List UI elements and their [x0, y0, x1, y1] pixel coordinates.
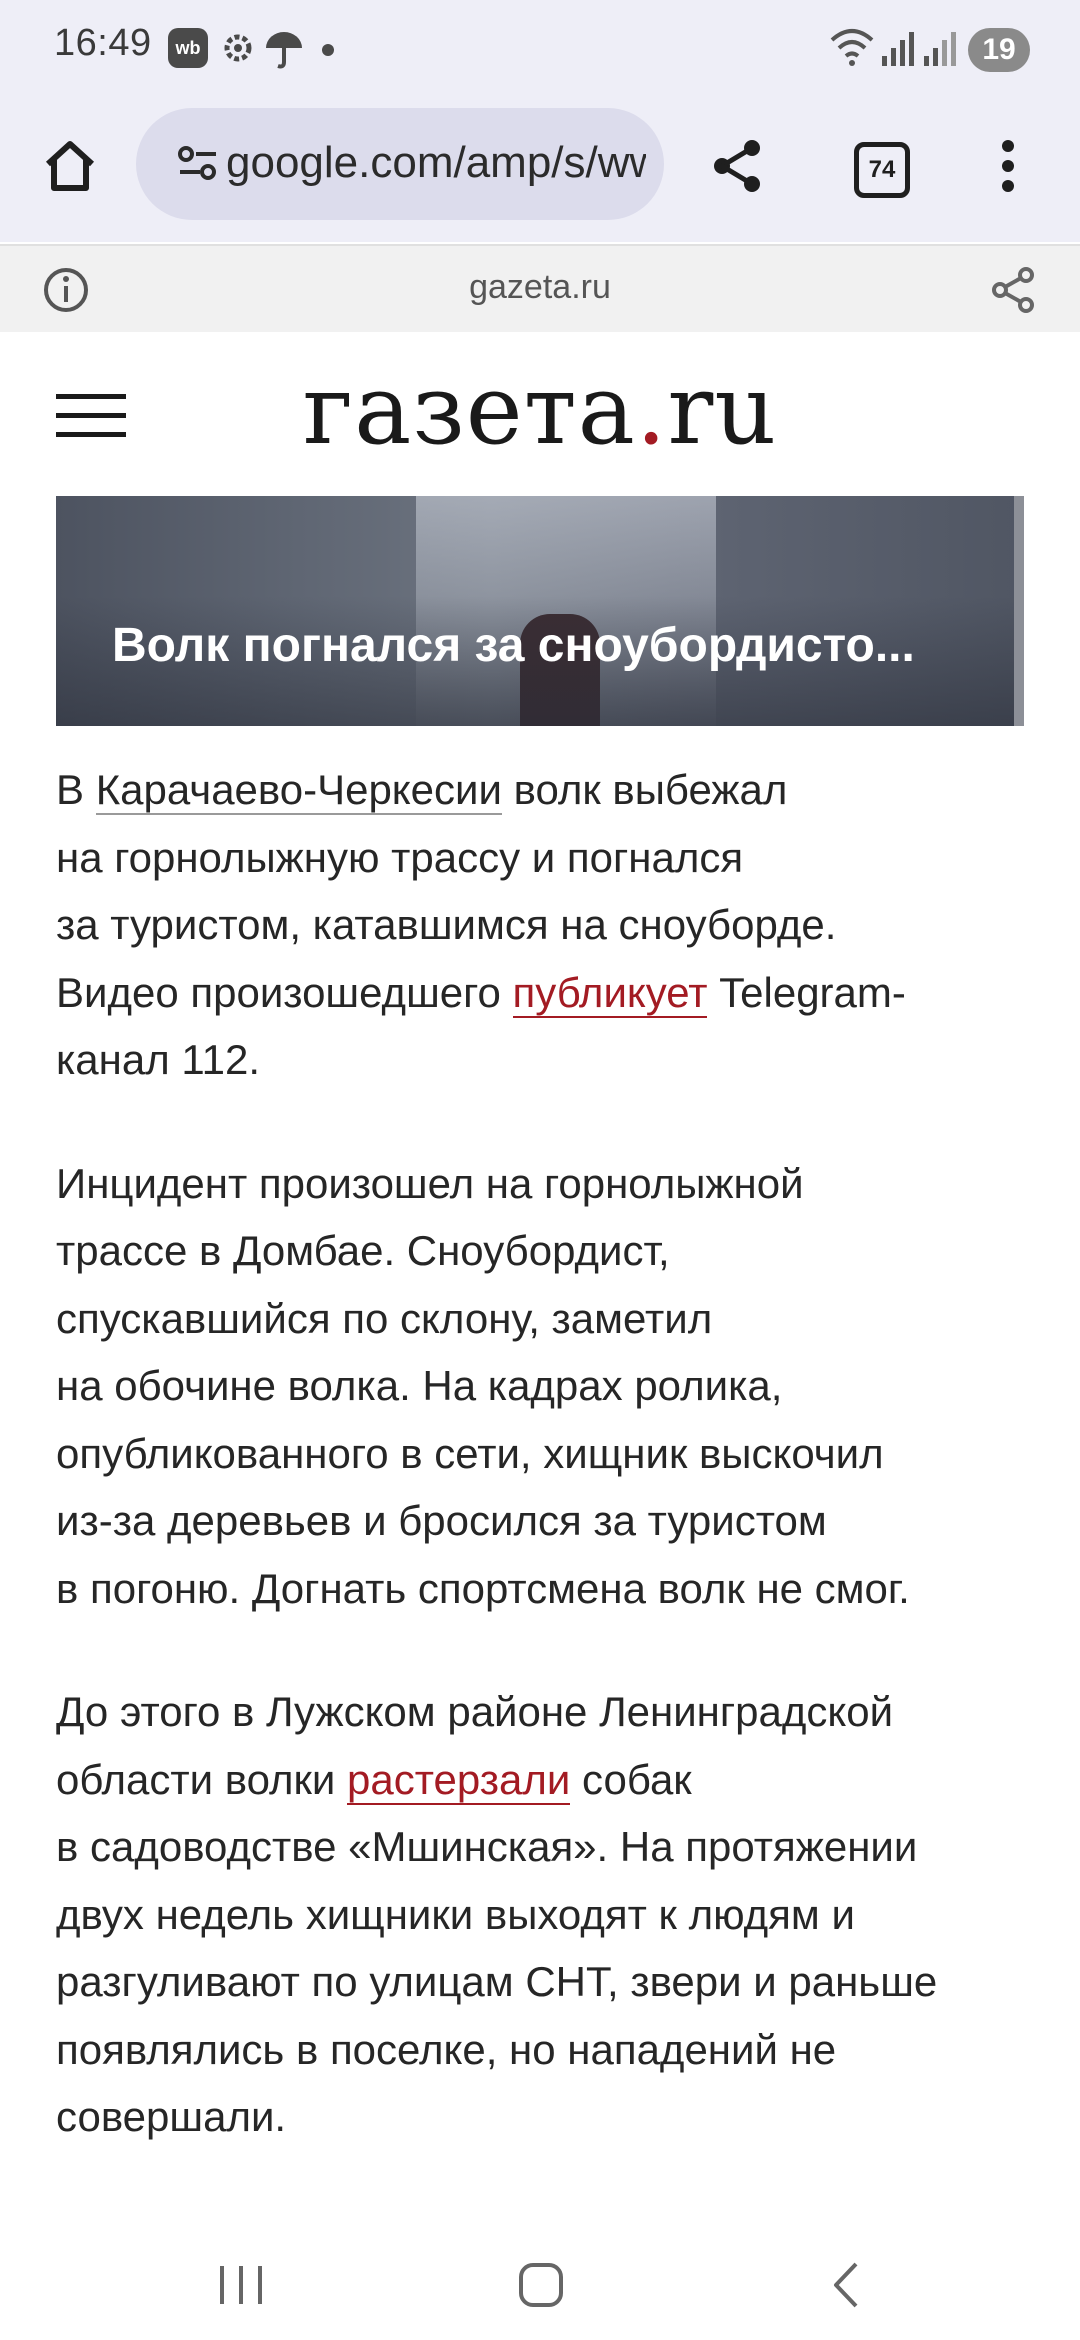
- browser-toolbar: google.com/amp/s/www.gazeta.ru 74: [0, 100, 1080, 242]
- site-info-bar: gazeta.ru: [0, 244, 1080, 334]
- site-domain: gazeta.ru: [469, 268, 611, 306]
- video-title[interactable]: Волк погнался за сноубордисто...: [112, 618, 1012, 673]
- video-banner[interactable]: Волк погнался за сноубордисто...: [56, 496, 1024, 726]
- umbrella-icon: [264, 28, 304, 75]
- url-text[interactable]: google.com/amp/s/www.gazeta.ru: [226, 138, 646, 188]
- status-bar: 16:49 wb 19: [0, 0, 1080, 100]
- article-body: В Карачаево-Черкесии волк выбежал на гор…: [56, 756, 1036, 2207]
- site-logo[interactable]: газета.ru: [0, 354, 1080, 466]
- more-menu-icon[interactable]: [996, 138, 1020, 199]
- status-time: 16:49: [54, 22, 152, 64]
- link-karachaevo-cherkessia[interactable]: Карачаево-Черкесии: [95, 766, 502, 815]
- system-nav-bar: [0, 2230, 1080, 2340]
- settings-icon: [220, 28, 256, 73]
- tab-switcher-icon[interactable]: 74: [854, 142, 910, 198]
- home-icon[interactable]: [40, 136, 100, 201]
- share-icon[interactable]: [990, 266, 1036, 319]
- wb-app-icon: wb: [168, 28, 208, 68]
- logo-tld: ru: [667, 354, 778, 466]
- site-settings-icon[interactable]: [176, 142, 220, 191]
- logo-dot: .: [635, 354, 668, 466]
- battery-icon: 19: [968, 28, 1030, 72]
- article-paragraph: В Карачаево-Черкесии волк выбежал на гор…: [56, 766, 906, 1083]
- home-button-icon[interactable]: [518, 2260, 564, 2315]
- notification-dot-icon: [322, 44, 334, 56]
- site-header: газета.ru: [0, 332, 1080, 496]
- article-paragraph: Инцидент произошел на горнолыжной трассе…: [56, 1159, 910, 1612]
- signal-icon: [880, 28, 920, 73]
- share-icon[interactable]: [708, 136, 768, 201]
- signal-icon: [922, 28, 962, 73]
- link-rasterzali[interactable]: растерзали: [347, 1755, 571, 1805]
- video-edge: [1014, 496, 1024, 726]
- recent-apps-icon[interactable]: [216, 2262, 266, 2313]
- article-paragraph: До этого в Лужском районе Ленинградской …: [56, 1688, 938, 2140]
- link-publikuet[interactable]: публикует: [512, 968, 708, 1018]
- back-icon[interactable]: [826, 2260, 866, 2315]
- logo-main: газета: [302, 354, 636, 466]
- address-bar[interactable]: google.com/amp/s/www.gazeta.ru: [136, 108, 664, 220]
- wifi-icon: [828, 26, 876, 73]
